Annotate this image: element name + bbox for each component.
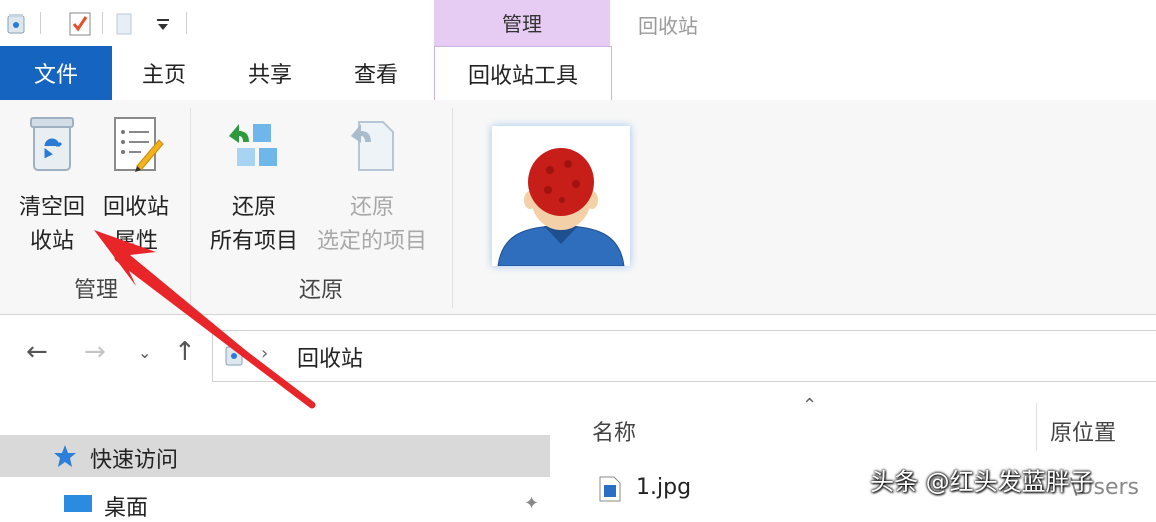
navigation-pane: 快速访问 桌面 ✦ (0, 395, 550, 521)
group-label-restore: 还原 (298, 278, 343, 303)
restore-selected-label-2: 选定的项目 (316, 229, 427, 254)
column-divider[interactable] (1036, 403, 1037, 451)
title-bar: 管理 回收站 (0, 0, 1156, 46)
nav-item-quick-access[interactable]: 快速访问 (0, 435, 550, 477)
empty-bin-label-1: 清空回 (18, 195, 85, 220)
recycle-bin-small-icon (225, 346, 243, 366)
properties-check-icon[interactable] (66, 10, 94, 38)
customize-dropdown-icon[interactable] (152, 10, 174, 38)
restore-selected-items-button[interactable]: 还原 选定的项目 (310, 114, 434, 259)
group-separator (452, 108, 453, 308)
recycle-bin-small-icon[interactable] (4, 10, 28, 38)
qa-separator (102, 12, 103, 34)
context-group-label: 管理 (502, 12, 542, 36)
recycle-bin-properties-button[interactable]: 回收站 属性 (98, 114, 174, 259)
restore-selected-icon (351, 121, 394, 171)
bin-props-label-1: 回收站 (102, 195, 169, 220)
column-header-name[interactable]: 名称 (592, 415, 636, 447)
breadcrumb-chevron-icon[interactable]: › (261, 343, 268, 364)
restore-all-label-2: 所有项目 (209, 229, 298, 254)
back-arrow-icon[interactable]: ← (26, 337, 48, 367)
breadcrumb[interactable]: 回收站 (297, 341, 363, 373)
up-arrow-icon[interactable]: ↑ (174, 337, 196, 367)
qa-separator (186, 12, 187, 34)
forward-arrow-icon[interactable]: → (84, 337, 106, 367)
tab-file[interactable]: 文件 (0, 46, 112, 100)
empty-bin-label-2: 收站 (29, 229, 74, 254)
ribbon-tab-row: 文件 主页 共享 查看 回收站工具 (0, 46, 1156, 101)
tab-share[interactable]: 共享 (216, 46, 324, 100)
restore-selected-label-1: 还原 (349, 195, 394, 220)
pin-icon[interactable]: ✦ (524, 493, 539, 514)
bin-props-label-2: 属性 (113, 229, 158, 254)
desktop-icon (64, 495, 92, 512)
column-header-original-location[interactable]: 原位置 (1050, 415, 1116, 447)
restore-all-label-1: 还原 (231, 195, 276, 220)
empty-recycle-bin-button[interactable]: 清空回 收站 (10, 114, 94, 259)
group-label-manage: 管理 (73, 278, 118, 303)
file-name[interactable]: 1.jpg (636, 475, 691, 500)
properties-icon (114, 117, 164, 172)
nav-item-label: 快速访问 (90, 448, 179, 473)
star-icon (54, 445, 76, 467)
folder-icon[interactable] (114, 10, 134, 38)
image-file-icon (599, 476, 621, 502)
restore-all-items-button[interactable]: 还原 所有项目 (202, 114, 306, 259)
tab-view[interactable]: 查看 (324, 46, 428, 100)
preview-thumbnail (492, 126, 630, 267)
sort-ascending-icon: ⌃ (802, 395, 818, 416)
tab-home[interactable]: 主页 (112, 46, 216, 100)
nav-item-desktop[interactable]: 桌面 (104, 490, 148, 522)
recent-locations-chevron-icon[interactable]: ⌄ (138, 343, 151, 362)
context-tab-header: 管理 (434, 0, 610, 46)
group-separator (190, 108, 191, 308)
recycle-bin-icon (30, 117, 74, 171)
ribbon: 清空回 收站 回收站 属性 管理 还原 所有项目 还原 选定的项目 还原 (0, 100, 1156, 315)
window-title: 回收站 (638, 14, 698, 38)
tab-recycle-bin-tools[interactable]: 回收站工具 (434, 46, 612, 101)
qa-separator (40, 12, 41, 34)
address-bar[interactable]: › 回收站 (212, 330, 1156, 382)
restore-all-icon (229, 124, 277, 166)
address-row: ← → ⌄ ↑ › 回收站 (0, 315, 1156, 395)
avatar (497, 148, 625, 267)
watermark: 头条 @红头发蓝胖子 (870, 468, 1094, 496)
